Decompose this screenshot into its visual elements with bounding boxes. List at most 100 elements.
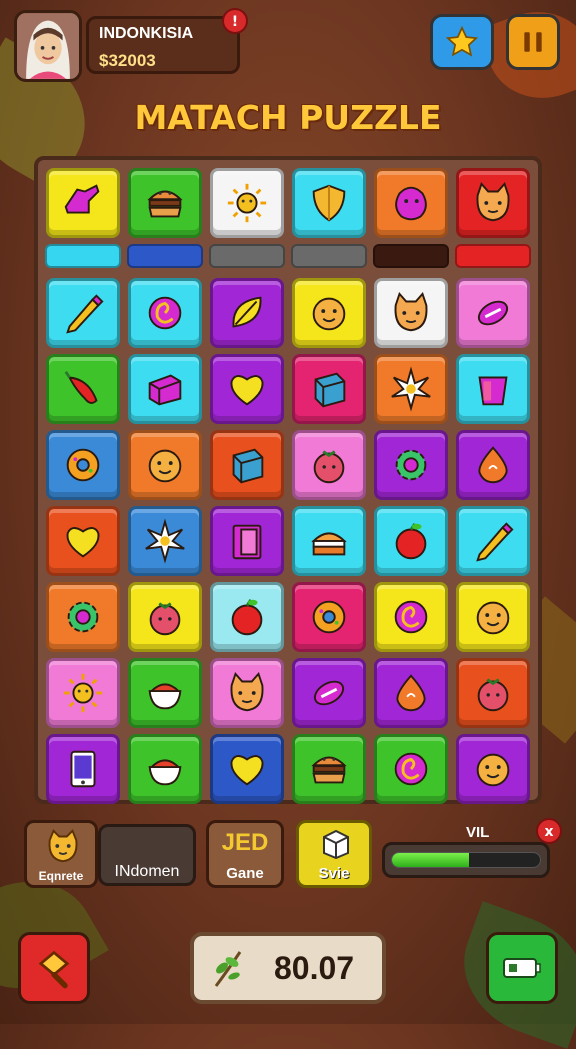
puzzle-tile[interactable] (128, 734, 202, 804)
player-name: INDONKISIA (99, 25, 194, 42)
puzzle-tile[interactable] (210, 168, 284, 238)
player-profile[interactable]: INDONKISIA $32003 (14, 10, 242, 82)
column-indicator-bar (291, 244, 367, 268)
puzzle-board (34, 156, 542, 804)
puzzle-tile[interactable] (128, 582, 202, 652)
puzzle-tile[interactable] (128, 354, 202, 424)
puzzle-tile[interactable] (374, 658, 448, 728)
puzzle-tile[interactable] (456, 430, 530, 500)
burger-icon (147, 190, 183, 218)
sun-icon (227, 183, 267, 223)
puzzle-tile[interactable] (46, 506, 120, 576)
puzzle-tile[interactable] (128, 506, 202, 576)
progress-label: VIL (466, 824, 490, 841)
puzzle-tile[interactable] (210, 430, 284, 500)
column-indicator-bar (45, 244, 121, 268)
puzzle-tile[interactable] (210, 658, 284, 728)
pause-button[interactable] (506, 14, 560, 70)
puzzle-tile[interactable] (374, 506, 448, 576)
cat-face-icon (48, 829, 78, 863)
candy-icon (477, 300, 509, 326)
puzzle-tile[interactable] (292, 168, 366, 238)
heart-icon (66, 527, 100, 558)
puzzle-tile[interactable] (374, 278, 448, 348)
puzzle-tile[interactable] (374, 734, 448, 804)
name-field-text: INdomen (114, 863, 180, 880)
cube-icon (314, 372, 346, 408)
pause-icon (524, 32, 542, 52)
puzzle-tile[interactable] (46, 658, 120, 728)
game-button-icon-text: JED (221, 829, 269, 856)
puzzle-tile[interactable] (128, 278, 202, 348)
game-button[interactable]: JED Gane (206, 820, 284, 888)
cake-icon (311, 532, 347, 556)
burst-icon (145, 518, 185, 564)
puzzle-tile[interactable] (210, 354, 284, 424)
gear-icon (395, 449, 427, 481)
phone-icon (70, 750, 96, 788)
puzzle-tile[interactable] (292, 658, 366, 728)
puzzle-tile[interactable] (46, 354, 120, 424)
pencil-icon (66, 294, 104, 334)
puzzle-tile[interactable] (292, 278, 366, 348)
bowl-icon (148, 683, 182, 710)
puzzle-tile[interactable] (46, 734, 120, 804)
pencil-icon (476, 522, 514, 562)
puzzle-tile[interactable] (292, 354, 366, 424)
puzzle-tile[interactable] (46, 582, 120, 652)
avatar[interactable] (14, 10, 82, 82)
puzzle-tile[interactable] (292, 582, 366, 652)
puzzle-tile[interactable] (374, 354, 448, 424)
puzzle-tile[interactable] (210, 506, 284, 576)
puzzle-tile[interactable] (292, 506, 366, 576)
puzzle-tile[interactable] (128, 430, 202, 500)
hammer-button[interactable] (18, 932, 90, 1004)
puzzle-tile[interactable] (210, 734, 284, 804)
puzzle-tile[interactable] (456, 734, 530, 804)
pepper-icon (64, 370, 98, 404)
puzzle-tile[interactable] (128, 168, 202, 238)
puzzle-tile[interactable] (46, 278, 120, 348)
battery-icon (503, 958, 541, 978)
heart-icon (230, 755, 264, 786)
name-field[interactable]: INdomen (98, 824, 196, 886)
puzzle-tile[interactable] (456, 278, 530, 348)
blob-icon (395, 186, 427, 221)
progress-close-button[interactable]: x (536, 818, 562, 844)
heart-icon (230, 375, 264, 406)
box-icon (323, 829, 349, 859)
cube-icon (232, 448, 264, 484)
score-value: 80.07 (274, 950, 355, 986)
notification-badge[interactable]: ! (222, 8, 248, 34)
puzzle-tile[interactable] (292, 734, 366, 804)
face-icon (312, 297, 346, 331)
face-icon (148, 449, 182, 483)
puzzle-tile[interactable] (456, 506, 530, 576)
puzzle-tile[interactable] (46, 430, 120, 500)
hammer-icon (38, 950, 70, 989)
puzzle-tile[interactable] (210, 582, 284, 652)
character-button[interactable]: Eqnrete (24, 820, 98, 888)
puzzle-tile[interactable] (456, 658, 530, 728)
puzzle-tile[interactable] (210, 278, 284, 348)
star-icon (445, 25, 479, 57)
puzzle-tile[interactable] (46, 168, 120, 238)
puzzle-tile[interactable] (456, 168, 530, 238)
battery-button[interactable] (486, 932, 558, 1004)
puzzle-tile[interactable] (456, 582, 530, 652)
cat-icon (394, 291, 428, 332)
door-icon (232, 524, 262, 560)
puzzle-tile[interactable] (456, 354, 530, 424)
puzzle-tile[interactable] (374, 168, 448, 238)
star-button[interactable] (430, 14, 494, 70)
save-button[interactable]: Svie (296, 820, 372, 888)
column-indicator-bar (209, 244, 285, 268)
apple-icon (395, 522, 427, 560)
candy-icon (313, 680, 345, 706)
puzzle-tile[interactable] (292, 430, 366, 500)
puzzle-tile[interactable] (374, 582, 448, 652)
column-indicator-bar (127, 244, 203, 268)
drop-icon (478, 446, 508, 484)
puzzle-tile[interactable] (374, 430, 448, 500)
puzzle-tile[interactable] (128, 658, 202, 728)
